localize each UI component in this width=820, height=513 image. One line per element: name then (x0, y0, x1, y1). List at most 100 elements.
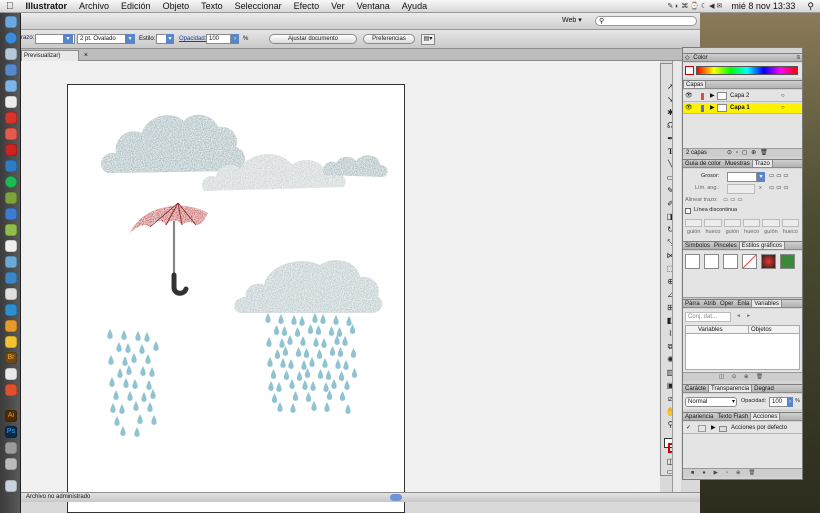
app-icon[interactable] (5, 272, 17, 284)
app-icon[interactable] (5, 192, 17, 204)
menu-archivo[interactable]: Archivo (73, 1, 115, 11)
eye-icon[interactable]: 👁 (685, 91, 693, 102)
tab-parrafo[interactable]: Párra (683, 300, 702, 307)
app-icon[interactable] (5, 160, 17, 172)
graphic-style-swatch[interactable] (780, 254, 795, 269)
action-controls-icons[interactable]: ■●▶▫⊕🗑 (691, 470, 763, 477)
stroke-panel-header[interactable]: Guía de color Muestras Trazo (683, 159, 802, 168)
tab-atributos[interactable]: Atrib (702, 300, 718, 307)
target-icon[interactable]: ○ (781, 91, 785, 102)
document-tab[interactable]: Previsualizar) × (21, 50, 88, 61)
tab-opentype[interactable]: Oper (718, 300, 735, 307)
eye-icon[interactable]: 👁 (685, 103, 693, 114)
dash-fields[interactable] (685, 219, 799, 227)
tab-apariencia[interactable]: Apariencia (683, 413, 715, 420)
clock[interactable]: mié 8 nov 13:33 (725, 1, 801, 11)
menu-efecto[interactable]: Efecto (288, 1, 326, 11)
graphic-style-swatch[interactable] (761, 254, 776, 269)
spotlight-icon[interactable]: ⚲ (801, 1, 820, 12)
graphic-style-swatch[interactable] (723, 254, 738, 269)
illustrator-icon[interactable]: Ai (5, 410, 17, 422)
spotify-icon[interactable] (5, 176, 17, 188)
graphic-style-swatch[interactable] (704, 254, 719, 269)
color-panel-tab[interactable]: ◇ Color (683, 54, 712, 61)
menu-texto[interactable]: Texto (195, 1, 229, 11)
app-icon[interactable] (5, 64, 17, 76)
help-search-input[interactable]: ⚲ (595, 16, 697, 26)
app-icon[interactable] (5, 368, 17, 380)
transparency-panel-header[interactable]: Carácte Transparencia Degrad (683, 384, 802, 393)
check-icon[interactable]: ✓ (686, 423, 691, 434)
blend-mode-select[interactable]: Normal ▾ (685, 397, 737, 407)
chevron-down-icon[interactable]: ▾ (125, 34, 135, 44)
chevron-right-icon[interactable]: › (231, 34, 239, 44)
variables-actions-icons[interactable]: ◫ ⊙ ⊕ 🗑 (719, 374, 766, 381)
tab-transparencia[interactable]: Transparencia (708, 385, 753, 392)
chevron-down-icon[interactable]: ▾ (166, 34, 174, 44)
chevron-right-icon[interactable]: › (787, 397, 793, 407)
column-variables[interactable]: Variables (698, 326, 723, 334)
variables-list[interactable] (685, 334, 800, 370)
opacity-field[interactable]: 100 (206, 34, 231, 44)
app-icon[interactable] (5, 112, 17, 124)
bridge-icon[interactable]: Br (5, 352, 17, 364)
app-icon[interactable] (5, 384, 17, 396)
disclosure-triangle-icon[interactable]: ▶ (711, 423, 716, 434)
tab-trazo[interactable]: Trazo (751, 160, 773, 167)
color-panel-header[interactable]: ◇ Color ≡ (683, 53, 802, 62)
chevron-down-icon[interactable]: ▾ (63, 34, 73, 44)
photoshop-icon[interactable]: Ps (5, 426, 17, 438)
safari-icon[interactable] (5, 32, 17, 44)
app-icon[interactable] (5, 240, 17, 252)
tab-acciones[interactable]: Acciones (750, 413, 781, 420)
app-icon[interactable] (5, 442, 17, 454)
app-icon[interactable] (5, 48, 17, 60)
app-icon[interactable] (5, 458, 17, 470)
limit-field[interactable] (727, 184, 755, 194)
mail-icon[interactable] (5, 80, 17, 92)
app-icon[interactable] (5, 336, 17, 348)
tab-simbolos[interactable]: Símbolos (683, 242, 712, 249)
actions-panel-header[interactable]: Apariencia Texto Flash Acciones (683, 412, 802, 421)
tab-muestras[interactable]: Muestras (723, 160, 752, 167)
tab-enlaces[interactable]: Enla (735, 300, 751, 307)
column-objects[interactable]: Objetos (748, 326, 772, 334)
app-icon[interactable] (5, 208, 17, 220)
action-set-row[interactable]: ✓ ▶ Acciones por defecto (683, 423, 802, 434)
menu-ver[interactable]: Ver (325, 1, 351, 11)
menu-objeto[interactable]: Objeto (157, 1, 196, 11)
layer-row[interactable]: 👁 ▶ Capa 1 ○ (683, 103, 802, 114)
weight-field[interactable] (727, 172, 757, 182)
artboard[interactable] (67, 84, 405, 513)
opacity-label[interactable]: Opacidad: (179, 36, 206, 42)
disclosure-triangle-icon[interactable]: ▶ (710, 91, 715, 102)
menu-ventana[interactable]: Ventana (351, 1, 396, 11)
app-icon[interactable] (5, 320, 17, 332)
transparency-opacity-field[interactable]: 100 (769, 397, 789, 407)
chevron-down-icon[interactable]: ▾ (757, 172, 765, 182)
vertical-scrollbar[interactable] (672, 61, 681, 492)
graphic-style-swatch[interactable] (742, 254, 757, 269)
target-icon[interactable]: ○ (781, 103, 785, 114)
tab-guia-color[interactable]: Guía de color (683, 160, 723, 167)
app-icon[interactable] (5, 256, 17, 268)
app-icon[interactable] (5, 128, 17, 140)
close-icon[interactable]: × (84, 51, 88, 61)
layers-panel-header[interactable]: Capas (683, 80, 802, 89)
cap-buttons[interactable]: ▭▭▭ (769, 173, 791, 180)
trash-icon[interactable] (5, 480, 17, 492)
join-buttons[interactable]: ▭▭▭ (769, 185, 791, 192)
app-icon[interactable] (5, 288, 17, 300)
horizontal-scroll-thumb[interactable] (390, 494, 402, 501)
tab-caracter[interactable]: Carácte (683, 385, 708, 392)
apple-menu-icon[interactable]:  (0, 1, 20, 12)
tab-texto-flash[interactable]: Texto Flash (715, 413, 750, 420)
tab-pinceles[interactable]: Pinceles (712, 242, 739, 249)
app-icon[interactable] (5, 96, 17, 108)
graphic-style-swatch[interactable] (685, 254, 700, 269)
dashed-line-checkbox[interactable] (685, 208, 691, 214)
tab-variables[interactable]: Variables (751, 300, 782, 307)
preferences-button[interactable]: Preferencias (363, 34, 415, 44)
dataset-nav-icons[interactable]: ◂ ▸ (737, 313, 753, 320)
layer-row[interactable]: 👁 ▶ Capa 2 ○ (683, 91, 802, 102)
